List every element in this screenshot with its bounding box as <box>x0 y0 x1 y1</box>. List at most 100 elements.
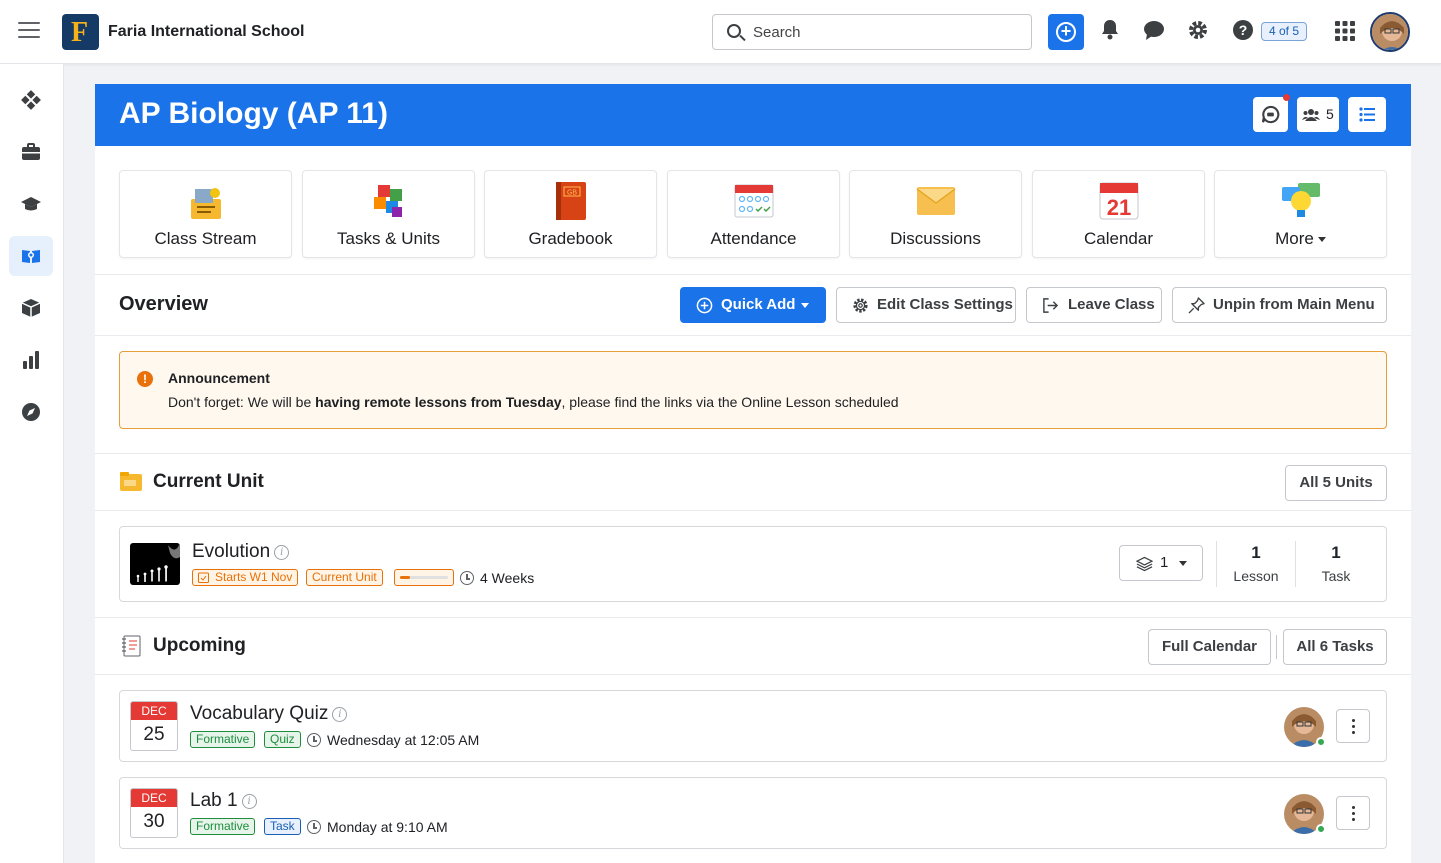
sidebar-item-classes[interactable] <box>9 184 53 224</box>
cube-icon <box>21 299 41 317</box>
all-units-button[interactable]: All 5 Units <box>1285 465 1387 501</box>
upcoming-task-card[interactable]: DEC 30 Lab 1i Formative Task Monday at 9… <box>119 777 1387 849</box>
announcement-message: Don't forget: We will be having remote l… <box>168 394 899 410</box>
menu-icon[interactable] <box>18 22 40 42</box>
svg-text:?: ? <box>1239 22 1248 38</box>
full-calendar-button[interactable]: Full Calendar <box>1148 629 1271 665</box>
class-chat-button[interactable] <box>1253 94 1290 132</box>
class-banner: AP Biology (AP 11) 5 <box>95 84 1411 146</box>
tile-label: Gradebook <box>528 229 613 248</box>
diamond-grid-icon <box>21 90 41 110</box>
unit-version-value: 1 <box>1160 554 1169 571</box>
current-unit-card[interactable]: Evolution i Starts W1 Nov Current Unit 4 … <box>119 526 1387 602</box>
compass-icon <box>22 403 40 421</box>
task-date: DEC 30 <box>130 788 178 838</box>
help-progress-badge[interactable]: 4 of 5 <box>1261 22 1308 41</box>
current-unit-title: Current Unit <box>153 471 264 492</box>
unit-duration: 4 Weeks <box>480 570 535 586</box>
global-add-button[interactable]: + <box>1048 14 1084 50</box>
sidebar-item-resources[interactable] <box>9 288 53 328</box>
search-input[interactable] <box>753 22 1013 42</box>
unit-progress-bar <box>394 569 454 586</box>
info-icon[interactable]: i <box>332 707 348 722</box>
tile-label: Tasks & Units <box>337 229 440 248</box>
plus-circle-icon <box>696 297 713 314</box>
task-tag: Formative <box>190 818 256 835</box>
edit-class-settings-button[interactable]: Edit Class Settings <box>836 287 1016 323</box>
lesson-label: Lesson <box>1233 568 1279 584</box>
sidebar-item-portfolio[interactable] <box>9 132 53 172</box>
search-box[interactable] <box>712 14 1032 50</box>
lesson-count[interactable]: 1 <box>1216 543 1296 563</box>
tile-label: Attendance <box>710 229 797 248</box>
apps-grid-icon[interactable] <box>1334 20 1358 48</box>
calendar-small-icon <box>198 572 209 583</box>
task-month: DEC <box>131 702 177 720</box>
overview-title: Overview <box>119 293 208 315</box>
top-bar: F Faria International School + ? 4 of 5 <box>0 0 1441 64</box>
user-avatar[interactable] <box>1370 12 1410 52</box>
tile-class-stream[interactable]: Class Stream <box>119 170 292 258</box>
school-name[interactable]: Faria International School <box>108 23 304 41</box>
gear-outline-icon <box>853 298 868 313</box>
task-more-button[interactable] <box>1336 709 1370 743</box>
sidebar-item-current-class[interactable] <box>9 236 53 276</box>
task-due: Monday at 9:10 AM <box>327 819 448 835</box>
clock-icon <box>307 733 321 747</box>
tile-attendance[interactable]: Attendance <box>667 170 840 258</box>
divider <box>95 674 1411 675</box>
exit-icon <box>1043 298 1059 313</box>
help-icon[interactable]: ? <box>1232 18 1256 46</box>
task-name[interactable]: Lab 1i <box>190 790 257 812</box>
sidebar-item-explore[interactable] <box>9 392 53 432</box>
envelope-icon <box>916 187 956 215</box>
tile-tasks-units[interactable]: Tasks & Units <box>302 170 475 258</box>
tile-label: More <box>1215 229 1386 249</box>
upcoming-task-card[interactable]: DEC 25 Vocabulary Quiz i Formative Quiz W… <box>119 690 1387 762</box>
unpin-button[interactable]: Unpin from Main Menu <box>1172 287 1387 323</box>
lightbulb-icon <box>1282 183 1320 217</box>
leave-class-button[interactable]: Leave Class <box>1026 287 1162 323</box>
unit-name[interactable]: Evolution i <box>192 541 290 563</box>
tile-discussions[interactable]: Discussions <box>849 170 1022 258</box>
notebook-icon <box>122 635 141 657</box>
settings-gear-icon[interactable] <box>1187 18 1211 46</box>
bell-icon[interactable] <box>1099 18 1123 46</box>
layers-icon <box>1136 556 1153 572</box>
chat-icon[interactable] <box>1143 18 1167 46</box>
all-tasks-button[interactable]: All 6 Tasks <box>1283 629 1387 665</box>
info-icon[interactable]: i <box>241 794 257 809</box>
caret-down-icon <box>1179 561 1187 566</box>
divider <box>95 274 1411 275</box>
calendar-tile-day: 21 <box>1107 195 1131 220</box>
tile-gradebook[interactable]: GB Gradebook <box>484 170 657 258</box>
divider <box>95 453 1411 454</box>
task-day: 25 <box>143 724 165 745</box>
divider <box>1276 635 1277 659</box>
task-tag: Formative <box>190 731 256 748</box>
clock-icon <box>307 820 321 834</box>
tile-more[interactable]: More <box>1214 170 1387 258</box>
task-more-button[interactable] <box>1336 796 1370 830</box>
info-icon[interactable]: i <box>274 545 290 560</box>
briefcase-icon <box>22 143 40 160</box>
quick-add-button[interactable]: Quick Add <box>680 287 826 323</box>
sidebar-item-reports[interactable] <box>9 340 53 380</box>
chat-bubble-icon <box>1261 105 1280 124</box>
task-count[interactable]: 1 <box>1296 543 1376 563</box>
bar-chart-icon <box>23 351 39 369</box>
class-tools: Class Stream Tasks & Units GB Gradebook … <box>119 170 1387 258</box>
unit-version-select[interactable]: 1 <box>1119 545 1203 581</box>
puzzle-icon <box>374 185 402 217</box>
school-logo[interactable]: F <box>62 14 99 50</box>
list-view-button[interactable] <box>1348 97 1386 132</box>
tile-calendar[interactable]: 21 Calendar <box>1032 170 1205 258</box>
members-button[interactable]: 5 <box>1297 97 1339 132</box>
list-icon <box>1359 107 1375 122</box>
upcoming-title: Upcoming <box>153 635 246 656</box>
pin-icon <box>1188 297 1205 314</box>
tile-label: Discussions <box>890 229 981 248</box>
sidebar-item-dashboard[interactable] <box>9 80 53 120</box>
calendar-icon: 21 <box>1099 182 1139 220</box>
task-name[interactable]: Vocabulary Quiz i <box>190 703 348 725</box>
